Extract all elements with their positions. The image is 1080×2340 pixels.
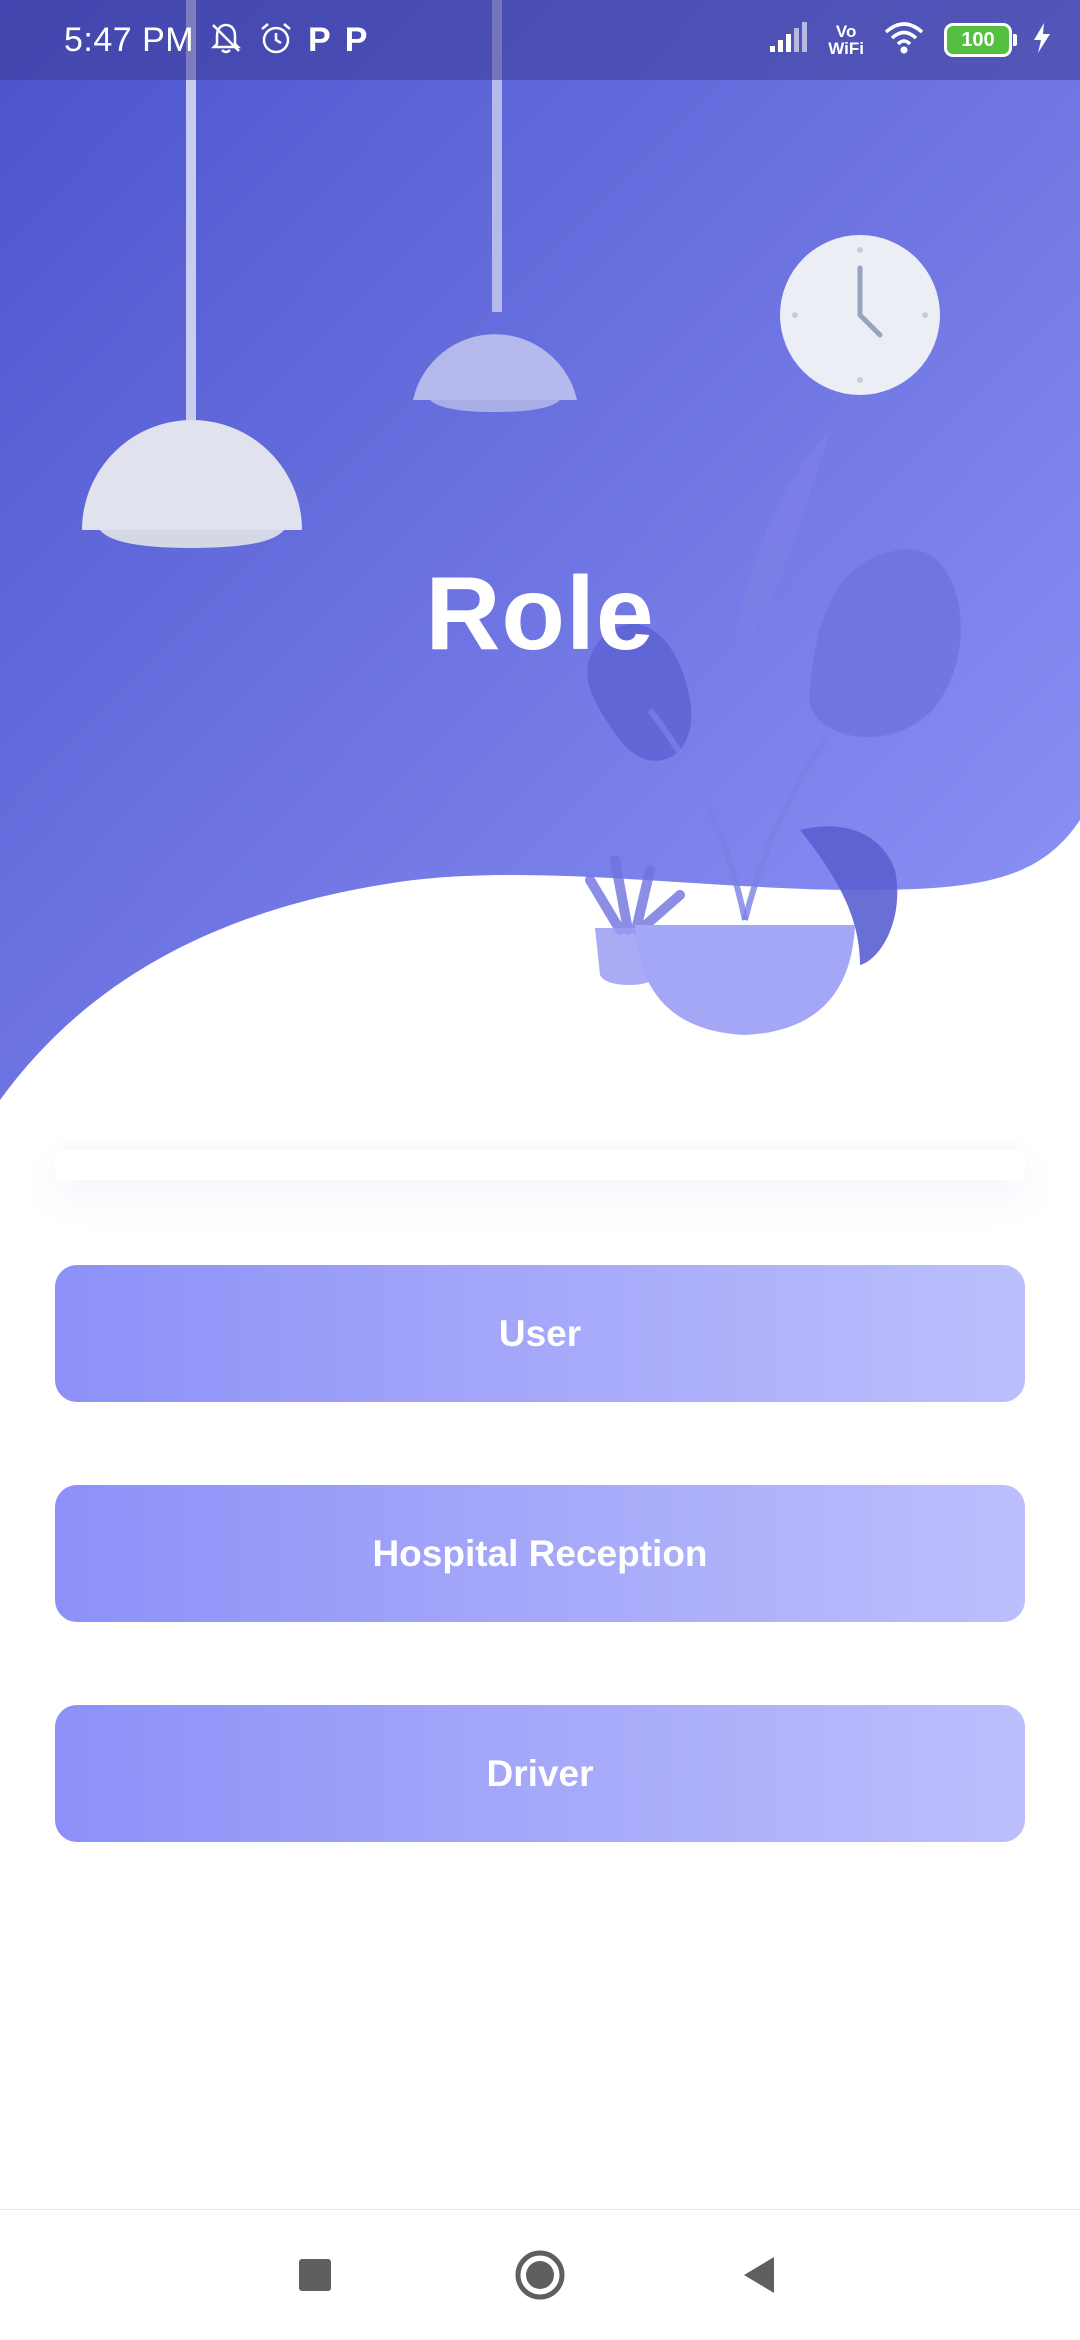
- system-status-icons: Vo WiFi 100: [768, 18, 1052, 62]
- user-role-button[interactable]: User: [55, 1265, 1025, 1402]
- notification-icons: P P: [208, 18, 367, 62]
- vowifi-icon: Vo WiFi: [828, 22, 864, 58]
- page-title: Role: [425, 556, 655, 672]
- alarm-icon: [258, 20, 294, 61]
- signal-icon: [768, 21, 808, 59]
- mute-bell-icon: [208, 20, 244, 61]
- navigation-bar: [0, 2209, 1080, 2340]
- parking-app-icon: P: [308, 20, 331, 59]
- hospital-reception-role-button[interactable]: Hospital Reception: [55, 1485, 1025, 1622]
- wall-clock: [780, 235, 940, 395]
- charging-bolt-icon: [1032, 22, 1052, 58]
- divider-card: [55, 1150, 1025, 1180]
- back-triangle-icon[interactable]: [700, 2210, 820, 2340]
- wifi-icon: [884, 21, 924, 59]
- recents-square-icon[interactable]: [255, 2210, 375, 2340]
- driver-role-button[interactable]: Driver: [55, 1705, 1025, 1842]
- status-bar: 5:47 PM P P Vo WiFi 100: [0, 0, 1080, 80]
- battery-icon: 100: [944, 23, 1017, 57]
- header-wave-shape: [0, 0, 1080, 1100]
- status-time: 5:47 PM: [64, 21, 195, 59]
- parking-app-icon: P: [344, 20, 368, 59]
- home-circle-icon[interactable]: [480, 2210, 600, 2340]
